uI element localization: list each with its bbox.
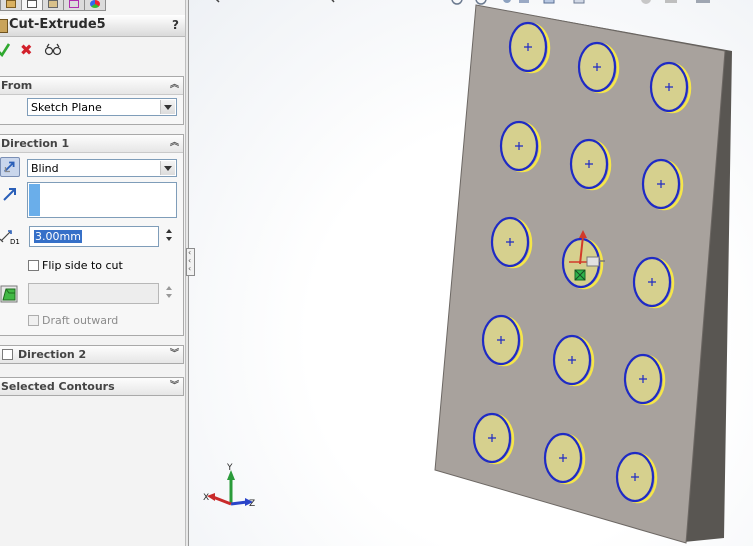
dropdown-arrow-icon[interactable] <box>160 161 175 175</box>
configuration-manager-icon <box>48 0 58 8</box>
scene-icon[interactable] <box>665 0 677 3</box>
graphics-area[interactable]: Y X Z <box>189 0 753 546</box>
zoom-to-area-icon[interactable] <box>475 0 487 5</box>
depth-icon-label: D1 <box>10 238 20 246</box>
depth-spinner[interactable] <box>164 226 174 247</box>
feature-manager-icon <box>6 0 16 8</box>
reference-triad: Y X Z <box>203 463 255 509</box>
triad-y-label: Y <box>226 463 233 473</box>
cancel-icon[interactable]: ✖ <box>20 42 33 58</box>
manager-tabs <box>0 0 106 12</box>
collapse-up-icon[interactable]: ︽ <box>170 77 179 94</box>
selected-contours-title: Selected Contours <box>1 380 115 393</box>
zoom-to-fit-icon[interactable] <box>451 0 463 5</box>
selected-contours-header[interactable]: Selected Contours ︾ <box>0 378 183 395</box>
draft-icon <box>0 285 18 303</box>
expand-down-icon[interactable]: ︾ <box>170 378 179 395</box>
selected-contours-group: Selected Contours ︾ <box>0 377 184 396</box>
direction2-header[interactable]: Direction 2 ︾ <box>0 346 183 363</box>
previous-view-icon[interactable] <box>503 0 511 3</box>
feature-title: Cut-Extrude5 <box>9 17 106 32</box>
reverse-direction-icon <box>3 161 15 173</box>
from-header[interactable]: From ︽ <box>0 77 183 95</box>
flip-side-label: Flip side to cut <box>42 259 123 272</box>
flip-side-checkbox[interactable] <box>28 260 39 271</box>
dimxpert-manager-icon <box>69 0 79 8</box>
display-manager-tab[interactable] <box>84 0 106 11</box>
splitter-handle[interactable]: ‹ ‹ ‹ <box>186 248 195 276</box>
depth-handle-icon[interactable] <box>586 256 600 267</box>
depth-value: 3.00mm <box>34 230 82 243</box>
spin-up-arrow[interactable] <box>166 286 172 290</box>
detailed-preview-icon[interactable] <box>44 42 62 56</box>
configuration-manager-tab[interactable] <box>42 0 64 11</box>
dimxpert-manager-tab[interactable] <box>63 0 85 11</box>
direction1-header[interactable]: Direction 1 ︽ <box>0 135 183 153</box>
direction2-checkbox[interactable] <box>2 349 13 360</box>
expand-down-icon[interactable]: ︾ <box>170 346 179 363</box>
view-orientation-icon[interactable] <box>543 0 555 4</box>
draft-toggle-button[interactable] <box>0 284 19 304</box>
property-manager-title-bar: Cut-Extrude5 ? <box>0 15 185 37</box>
draft-outward-label: Draft outward <box>42 314 119 327</box>
toolbar-fragment-icon <box>215 0 335 3</box>
feature-manager-tab[interactable] <box>0 0 22 11</box>
collapse-up-icon[interactable]: ︽ <box>170 135 179 152</box>
draft-angle-input[interactable] <box>28 283 159 304</box>
selection-marker <box>29 184 40 216</box>
from-title: From <box>1 79 33 92</box>
model-view[interactable]: Y X Z <box>189 0 753 546</box>
triad-x-axis <box>212 495 232 506</box>
spin-down-arrow[interactable] <box>166 237 172 241</box>
direction-reference-listbox[interactable] <box>27 182 177 218</box>
cut-extrude-icon <box>0 19 8 33</box>
draft-angle-spinner[interactable] <box>164 283 174 304</box>
triad-x-label: X <box>203 493 209 503</box>
depth-input[interactable]: 3.00mm <box>29 226 159 247</box>
end-condition-value: Blind <box>31 162 59 175</box>
spin-up-arrow[interactable] <box>166 229 172 233</box>
property-manager-tab[interactable] <box>21 0 43 11</box>
appearance-icon[interactable] <box>641 0 651 4</box>
view-settings-icon[interactable] <box>696 0 710 3</box>
end-condition-select[interactable]: Blind <box>27 159 177 177</box>
start-condition-value: Sketch Plane <box>31 101 102 114</box>
display-style-icon[interactable] <box>573 0 585 4</box>
help-icon[interactable]: ? <box>172 18 179 32</box>
heads-up-toolbar[interactable] <box>213 0 710 5</box>
draft-outward-checkbox[interactable] <box>28 315 39 326</box>
spin-down-arrow[interactable] <box>166 294 172 298</box>
direction-of-extrusion-icon[interactable] <box>2 186 18 202</box>
direction2-title: Direction 2 <box>18 348 87 361</box>
reverse-direction-button[interactable] <box>0 157 20 177</box>
triad-z-label: Z <box>249 499 255 509</box>
property-manager-icon <box>27 0 37 8</box>
section-view-icon[interactable] <box>519 0 529 3</box>
display-manager-icon <box>90 0 100 8</box>
triad-z-axis <box>230 500 248 506</box>
start-condition-select[interactable]: Sketch Plane <box>27 98 177 116</box>
dropdown-arrow-icon[interactable] <box>160 100 175 114</box>
direction1-title: Direction 1 <box>1 137 70 150</box>
direction2-group: Direction 2 ︾ <box>0 345 184 364</box>
ok-checkmark-icon[interactable] <box>0 43 10 57</box>
property-manager-panel: Cut-Extrude5 ? ✖ From ︽ Sketch Plane Dir… <box>0 0 185 546</box>
